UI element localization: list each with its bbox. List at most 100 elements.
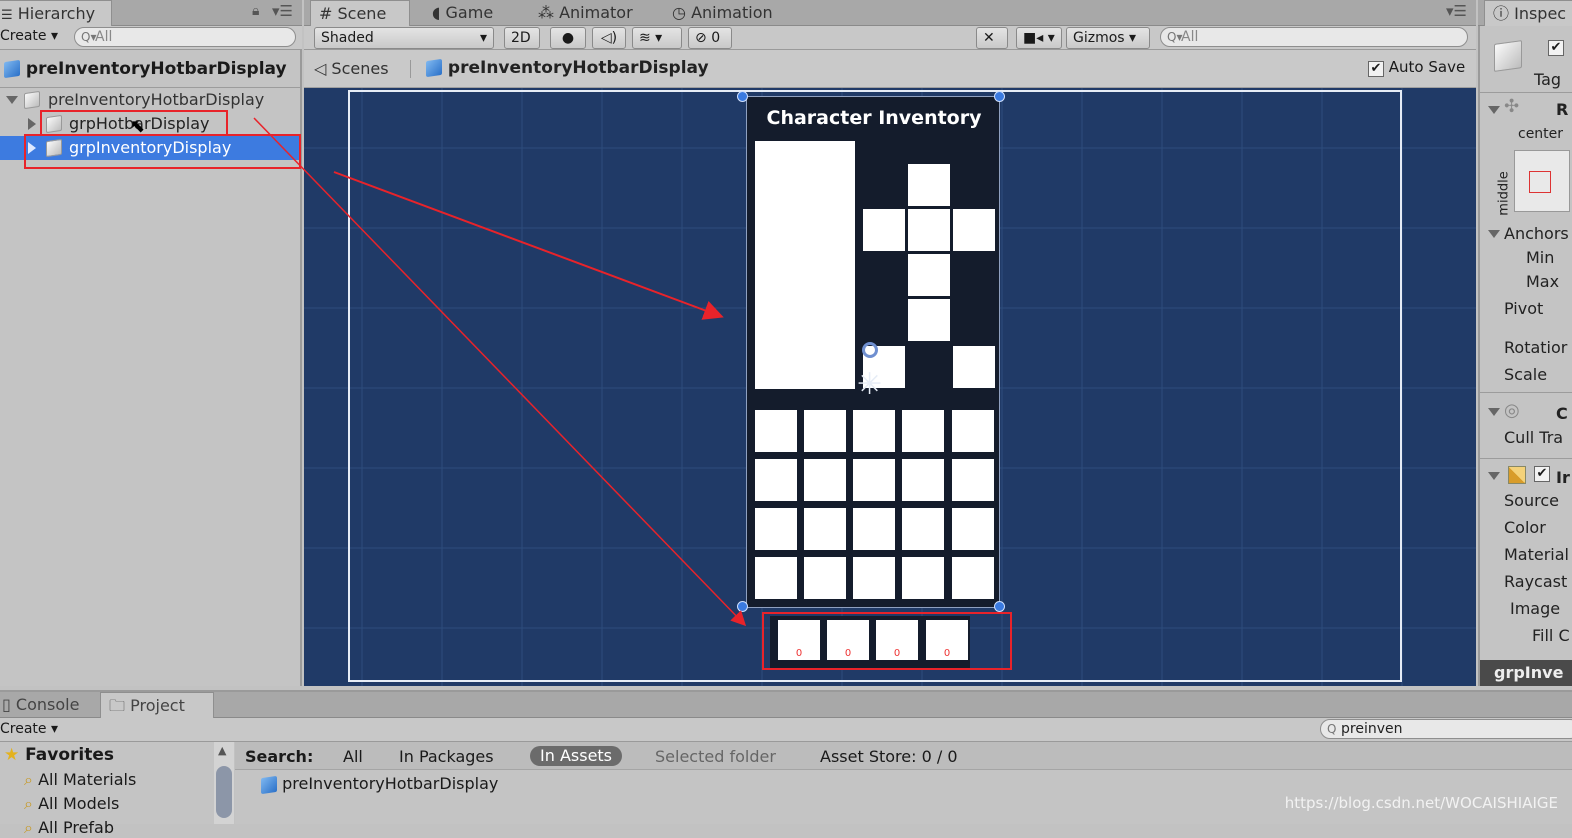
image-component-icon (1508, 466, 1526, 484)
bottom-tabbar: ▯ Console 🗀︎ Project (0, 690, 1572, 718)
hierarchy-root-node[interactable]: preInventoryHotbarDisplay (4, 88, 300, 112)
auto-save-toggle[interactable]: ✔ Auto Save (1368, 58, 1465, 77)
inventory-slot (853, 508, 895, 550)
2d-toggle-button[interactable]: 2D (504, 27, 540, 49)
favorites-pane: ★ Favorites ⌕ All Materials ⌕ All Models… (0, 742, 234, 837)
rect-handle-top-right[interactable] (994, 91, 1005, 102)
tab-game[interactable]: ◖ Game (424, 0, 501, 26)
active-checkbox[interactable]: ✔ (1548, 40, 1564, 56)
filter-selected-folder[interactable]: Selected folder (655, 747, 776, 766)
anchor-preset-button[interactable] (1514, 150, 1570, 212)
inventory-panel[interactable]: Character Inventory ✳ (746, 96, 1000, 608)
equip-slot-accessory-right (953, 346, 995, 388)
hierarchy-search-input[interactable]: Q▾ All (74, 27, 296, 47)
pivot-circle-icon[interactable] (862, 342, 878, 358)
tools-button[interactable]: ✕ (976, 27, 1008, 49)
material-label: Material (1504, 545, 1569, 564)
prefab-breadcrumb[interactable]: preInventoryHotbarDisplay (426, 58, 709, 78)
rect-transform-header: R (1556, 100, 1569, 119)
filter-all[interactable]: All (343, 747, 363, 766)
grid-icon: # (319, 4, 333, 23)
gizmos-dropdown[interactable]: Gizmos ▾ (1066, 27, 1150, 49)
asset-store-count[interactable]: Asset Store: 0 / 0 (820, 747, 958, 766)
tab-console[interactable]: ▯ Console (0, 692, 87, 718)
equip-slot-legs (908, 254, 950, 296)
tab-scene[interactable]: # Scene (310, 0, 410, 26)
filter-in-assets[interactable]: In Assets (530, 746, 623, 766)
console-icon: ▯ (2, 695, 11, 714)
scene-viewport[interactable]: Character Inventory ✳ 0 0 0 0 (253, 88, 1476, 686)
info-icon: ⓘ (1493, 4, 1510, 23)
rect-handle-bottom-right[interactable] (994, 601, 1005, 612)
favorites-header[interactable]: ★ Favorites (4, 745, 114, 765)
star-icon: ★ (4, 745, 20, 765)
equip-slot-head (908, 164, 950, 206)
tab-project[interactable]: 🗀︎ Project (100, 692, 214, 718)
fill-label: Fill C (1532, 626, 1570, 645)
expand-arrow-icon[interactable] (1488, 408, 1500, 416)
cull-label: Cull Tra (1504, 428, 1564, 447)
pivot-label: Pivot (1504, 299, 1544, 318)
create-dropdown[interactable]: Create ▾ (0, 28, 58, 44)
prefab-cube-icon (426, 58, 442, 78)
favorites-scrollbar[interactable]: ▲ (214, 742, 234, 824)
search-label: Search: (245, 747, 314, 766)
equip-slot-feet (908, 299, 950, 341)
color-label: Color (1504, 518, 1546, 537)
rect-transform-icon: ✣ (1504, 96, 1520, 117)
prefab-cube-icon (261, 775, 277, 794)
panel-menu-icon[interactable]: ▾☰ (272, 2, 293, 20)
canvas-renderer-header: C (1556, 404, 1568, 423)
image-enabled-checkbox[interactable]: ✔ (1534, 466, 1550, 482)
search-result-item[interactable]: preInventoryHotbarDisplay (261, 774, 498, 794)
watermark: https://blog.csdn.net/WOCAISHIAIGE (1284, 794, 1558, 812)
tab-animation[interactable]: ◷ Animation (664, 0, 781, 26)
project-search-input[interactable]: Q preinven (1320, 719, 1572, 739)
favorite-item[interactable]: ⌕ All Materials (24, 770, 136, 790)
expand-arrow-icon[interactable] (1488, 230, 1500, 238)
inventory-slot (804, 459, 846, 501)
anchor-max-label: Max (1526, 272, 1560, 291)
image-type-label: Image (1510, 599, 1561, 618)
inspector-divider (1480, 392, 1572, 393)
mouse-cursor-icon: ⬉ (130, 116, 146, 137)
collapse-arrow-icon[interactable] (28, 118, 36, 130)
inspector-footer[interactable]: grpInve (1480, 660, 1572, 686)
hidden-objects-button[interactable]: ⊘ 0 (688, 27, 732, 49)
filter-in-packages[interactable]: In Packages (399, 747, 494, 766)
search-folder-icon: ⌕ (24, 818, 33, 837)
effects-dropdown[interactable]: ≋ ▾ (632, 27, 682, 49)
rect-handle-bottom-left[interactable] (737, 601, 748, 612)
rect-handle-top-left[interactable] (737, 91, 748, 102)
shading-dropdown[interactable]: Shaded ▾ (314, 27, 494, 49)
source-label: Source (1504, 491, 1559, 510)
lightbulb-icon: ● (561, 30, 575, 46)
favorite-item[interactable]: ⌕ All Models (24, 794, 119, 814)
lighting-toggle-button[interactable]: ● (550, 27, 586, 49)
expand-arrow-icon[interactable] (1488, 472, 1500, 480)
checkbox-checked-icon[interactable]: ✔ (1368, 61, 1384, 77)
speaker-icon: ◁) (600, 30, 618, 46)
pivot-gizmo-icon[interactable]: ✳ (857, 367, 882, 402)
scroll-thumb[interactable] (216, 766, 232, 818)
expand-arrow-icon[interactable] (1488, 106, 1500, 114)
raycast-label: Raycast (1504, 572, 1568, 591)
project-create-dropdown[interactable]: Create ▾ (0, 721, 58, 737)
hierarchy-list-icon: ☰ (1, 8, 13, 23)
tab-hierarchy[interactable]: ☰ Hierarchy (0, 0, 112, 26)
lock-icon[interactable]: 🔒︎ (252, 3, 259, 19)
panel-menu-icon[interactable]: ▾☰ (1446, 2, 1467, 20)
inventory-slot (952, 557, 994, 599)
audio-toggle-button[interactable]: ◁) (592, 27, 626, 49)
tab-animator[interactable]: ⁂ Animator (530, 0, 641, 26)
search-filter-bar: Search: All In Packages In Assets Select… (235, 742, 1572, 770)
search-folder-icon: ⌕ (24, 770, 33, 789)
expand-arrow-icon[interactable] (6, 96, 18, 104)
scroll-up-icon[interactable]: ▲ (218, 744, 226, 757)
scene-search-input[interactable]: Q▾ All (1160, 27, 1468, 47)
favorite-item[interactable]: ⌕ All Prefab (24, 818, 114, 838)
camera-dropdown[interactable]: ■◂ ▾ (1016, 27, 1062, 49)
search-icon: Q▾ (81, 30, 97, 44)
tab-inspector[interactable]: ⓘ Inspec (1484, 0, 1572, 26)
scenes-breadcrumb[interactable]: ◁ Scenes (314, 59, 389, 78)
